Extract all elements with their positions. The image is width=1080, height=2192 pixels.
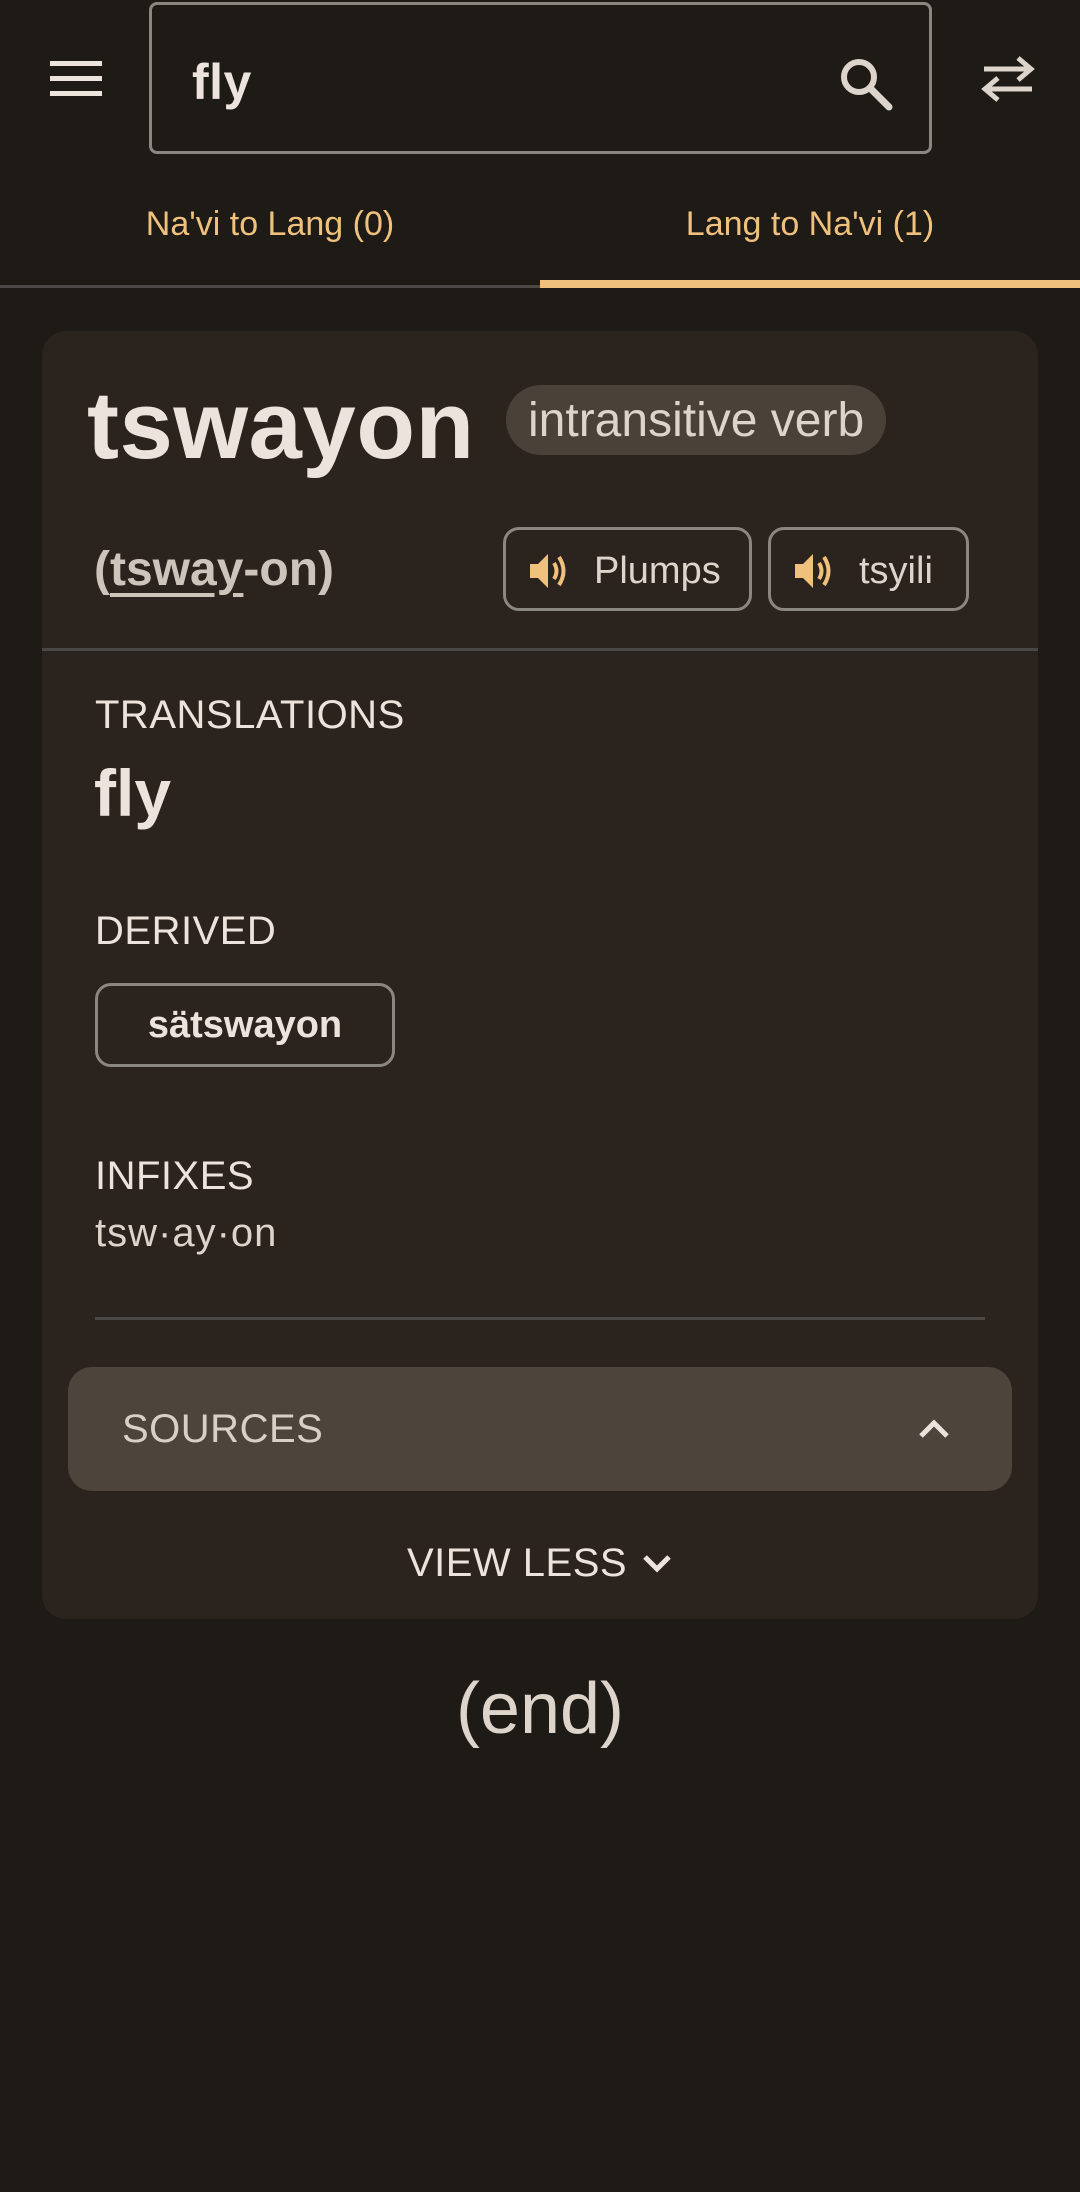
search-field[interactable]: fly	[149, 2, 932, 154]
audio-button-tsyili[interactable]: tsyili	[768, 527, 969, 611]
infixes-value: tsw·ay·on	[95, 1211, 278, 1255]
translations-title: TRANSLATIONS	[95, 693, 405, 737]
active-tab-indicator	[540, 280, 1080, 288]
chevron-up-icon	[919, 1419, 949, 1438]
sources-expander[interactable]: SOURCES	[68, 1367, 1012, 1491]
end-of-results-text: (end)	[455, 1669, 625, 1749]
divider	[42, 648, 1038, 651]
swap-direction-button[interactable]	[972, 46, 1044, 112]
chevron-down-icon	[643, 1555, 671, 1573]
tab-lang-to-navi[interactable]: Lang to Na'vi (1)	[540, 160, 1080, 288]
divider	[95, 1317, 985, 1320]
pron-rest: -on	[243, 543, 319, 596]
entry-card: tswayon intransitive verb (tsway-on) Plu…	[42, 331, 1038, 1619]
hamburger-menu-icon	[50, 61, 102, 96]
pron-stressed-syllable: tsway	[109, 543, 244, 596]
direction-tabs: Na'vi to Lang (0) Lang to Na'vi (1)	[0, 160, 1080, 288]
derived-title: DERIVED	[95, 909, 277, 953]
entry-word: tswayon	[87, 372, 475, 479]
pron-close: )	[318, 543, 334, 596]
pronunciation: (tsway-on)	[94, 542, 334, 597]
audio-button-label: tsyili	[859, 550, 933, 592]
search-input-value[interactable]: fly	[192, 53, 252, 111]
audio-button-plumps[interactable]: Plumps	[503, 527, 752, 611]
search-icon[interactable]	[837, 55, 895, 113]
derived-word-chip[interactable]: sätswayon	[95, 983, 395, 1067]
sources-label: SOURCES	[122, 1407, 324, 1451]
tab-navi-to-lang[interactable]: Na'vi to Lang (0)	[0, 160, 540, 288]
pron-open: (	[94, 543, 110, 596]
infixes-title: INFIXES	[95, 1154, 255, 1198]
view-less-label: VIEW LESS	[406, 1540, 628, 1585]
translation-text: fly	[94, 756, 172, 830]
speaker-icon	[530, 554, 566, 588]
speaker-icon	[795, 554, 831, 588]
top-bar: fly	[0, 0, 1080, 160]
part-of-speech-chip[interactable]: intransitive verb	[506, 385, 887, 455]
audio-button-label: Plumps	[594, 550, 721, 592]
menu-button[interactable]	[40, 46, 112, 112]
view-less-button[interactable]: VIEW LESS	[42, 1528, 1038, 1598]
swap-arrows-icon	[981, 56, 1035, 102]
